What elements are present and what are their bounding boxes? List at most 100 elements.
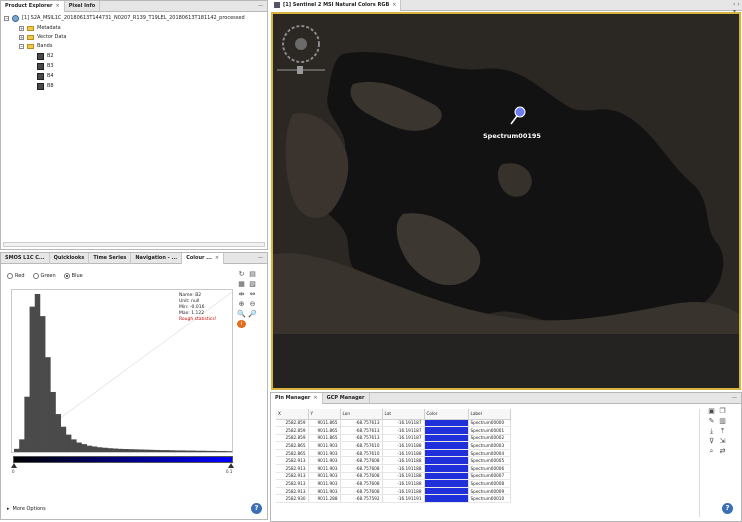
column-header-label[interactable]: Label: [468, 409, 511, 420]
close-icon[interactable]: ×: [392, 2, 396, 8]
tab-product-explorer[interactable]: Product Explorer ×: [1, 0, 65, 12]
histogram-bar: [143, 449, 150, 452]
collapse-icon[interactable]: −: [4, 15, 9, 21]
image-view-icon: [274, 2, 280, 8]
tree-item-metadata[interactable]: + Metadata: [19, 24, 61, 32]
tree-item-band-b2[interactable]: B2: [37, 52, 54, 60]
edit-pin-icon[interactable]: ✎: [707, 417, 716, 425]
vertical-scrollbar[interactable]: [699, 409, 704, 517]
column-header-lon[interactable]: Lon: [340, 409, 383, 420]
tab-label: GCP Manager: [326, 395, 365, 401]
close-icon[interactable]: ×: [215, 255, 219, 261]
cell-lat: -16.191188: [382, 487, 425, 496]
more-options-toggle[interactable]: ▸ More Options: [7, 506, 46, 512]
export-table-icon[interactable]: ⇲: [718, 437, 727, 445]
tab-pixel-info[interactable]: Pixel Info: [65, 0, 101, 12]
radio-green[interactable]: Green: [32, 273, 56, 279]
zoom-vertical-icon[interactable]: ⊕: [237, 300, 246, 308]
import-pins-icon[interactable]: ⤓: [707, 427, 716, 435]
table-row[interactable]: 2582.913 9011.903 -68.757608 -16.191188 Spec…: [276, 464, 511, 473]
reset-icon[interactable]: ↻: [237, 270, 246, 278]
table-row[interactable]: 2582.930 9011.288 -68.757592 -16.191191 Spec…: [276, 494, 511, 504]
tab-smos[interactable]: SMOS L1C C...: [1, 252, 50, 264]
tab-time-series[interactable]: Time Series: [89, 252, 132, 264]
zoom-horizontal-icon[interactable]: ⊖: [248, 300, 257, 308]
delete-pin-icon[interactable]: ▥: [718, 417, 727, 425]
export-icon[interactable]: ▧: [248, 280, 257, 288]
transfer-pins-icon[interactable]: ⇄: [718, 447, 727, 455]
tree-item-band-b8[interactable]: B8: [37, 82, 54, 90]
histogram-bar: [19, 439, 25, 452]
tab-image-view[interactable]: [1] Sentinel 2 MSI Natural Colors RGB ×: [270, 0, 402, 11]
column-header-x[interactable]: X: [276, 409, 309, 420]
copy-pin-icon[interactable]: ❐: [718, 407, 727, 415]
zoom-in-icon[interactable]: 🔍: [237, 310, 246, 318]
filter-icon[interactable]: ⊽: [707, 437, 716, 445]
help-button[interactable]: ?: [722, 503, 733, 514]
close-icon[interactable]: ×: [56, 3, 60, 9]
tree-item-band-b3[interactable]: B3: [37, 62, 54, 70]
table-row[interactable]: 2582.913 9011.903 -68.757608 -16.191188 Spec…: [276, 479, 511, 488]
column-header-color[interactable]: Color: [424, 409, 469, 420]
table-row[interactable]: 2582.859 9011.865 -68.757613 -16.191187 Spec…: [276, 434, 511, 443]
zoom-to-pin-icon[interactable]: ⌕: [707, 447, 716, 455]
import-icon[interactable]: ▤: [248, 270, 257, 278]
min-slider-handle[interactable]: [11, 463, 17, 468]
histogram-bar: [45, 357, 51, 452]
tab-navigation[interactable]: Navigation - ...: [131, 252, 183, 264]
cell-label: Spectrum00009: [468, 487, 511, 496]
table-row[interactable]: 2582.913 9011.903 -68.757608 -16.191188 Spec…: [276, 472, 511, 481]
cell-color: [424, 449, 469, 458]
range-full-icon[interactable]: ⇔: [248, 290, 257, 298]
help-button[interactable]: ?: [251, 503, 262, 514]
tab-gcp-manager[interactable]: GCP Manager: [323, 392, 370, 404]
minimize-icon[interactable]: —: [258, 255, 263, 261]
histogram-bar: [97, 447, 103, 452]
collapse-icon[interactable]: −: [19, 43, 24, 49]
table-row[interactable]: 2582.913 9011.903 -68.757608 -16.191188 Spec…: [276, 487, 511, 496]
cell-lat: -16.191187: [382, 434, 425, 443]
tab-quicklooks[interactable]: Quicklooks: [50, 252, 90, 264]
pin-label: Spectrum00195: [483, 132, 541, 140]
column-header-lat[interactable]: Lat: [382, 409, 425, 420]
new-pin-icon[interactable]: ▣: [707, 407, 716, 415]
histogram-bar: [102, 447, 108, 452]
minimize-icon[interactable]: —: [732, 395, 737, 401]
expand-icon[interactable]: +: [19, 34, 24, 40]
image-canvas[interactable]: Spectrum00195: [271, 12, 741, 390]
save-icon[interactable]: ▦: [237, 280, 246, 288]
zoom-slider-handle[interactable]: [297, 66, 303, 74]
max-slider-handle[interactable]: [228, 463, 234, 468]
colour-gradient-bar[interactable]: [13, 456, 233, 463]
radio-blue[interactable]: Blue: [63, 273, 83, 279]
tree-product-node[interactable]: − [1] S2A_MSIL1C_20180613T144731_N0207_R…: [4, 14, 245, 22]
table-row[interactable]: 2582.913 9011.903 -68.757608 -16.191188 Spec…: [276, 456, 511, 466]
close-icon[interactable]: ×: [313, 395, 317, 401]
tree-item-band-b4[interactable]: B4: [37, 72, 54, 80]
colour-toolbar: ↻ ▤ ▦ ▧ ⇹ ⇔ ⊕ ⊖ 🔍 🔎 i: [237, 270, 257, 328]
cell-lat: -16.191191: [382, 494, 425, 504]
pan-center-icon[interactable]: [295, 38, 307, 50]
tree-item-bands[interactable]: − Bands: [19, 42, 52, 50]
tree-item-label: B8: [47, 83, 54, 89]
expand-arrow-icon: ▸: [7, 506, 10, 512]
expand-icon[interactable]: +: [19, 25, 24, 31]
range-percent-icon[interactable]: ⇹: [237, 290, 246, 298]
info-icon[interactable]: i: [237, 320, 246, 328]
tree-item-label: Vector Data: [37, 34, 67, 40]
tab-colour-manipulation[interactable]: Colour ... ×: [182, 252, 225, 264]
band-statistics: Name: B2 Unit: null Min: -0.016 Max: 1.1…: [179, 293, 217, 323]
horizontal-scrollbar[interactable]: [3, 242, 265, 247]
minimize-icon[interactable]: —: [258, 3, 263, 9]
tab-pin-manager[interactable]: Pin Manager ×: [271, 392, 323, 404]
export-pins-icon[interactable]: ⤒: [718, 427, 727, 435]
table-row[interactable]: 2582.865 9011.903 -68.757610 -16.191188 Spec…: [276, 441, 511, 450]
tree-item-vector-data[interactable]: + Vector Data: [19, 33, 66, 41]
zoom-out-icon[interactable]: 🔎: [248, 310, 257, 318]
pin-table[interactable]: X Y Lon Lat Color Label 2582.859 9011.865…: [276, 409, 511, 504]
table-row[interactable]: 2582.859 9011.865 -68.757613 -16.191187 Spec…: [276, 426, 511, 435]
table-row[interactable]: 2582.859 9011.865 -68.757613 -16.191187 Spec…: [276, 419, 511, 428]
table-row[interactable]: 2582.865 9011.903 -68.757610 -16.191188 Spec…: [276, 449, 511, 458]
column-header-y[interactable]: Y: [308, 409, 341, 420]
radio-red[interactable]: Red: [7, 273, 25, 279]
